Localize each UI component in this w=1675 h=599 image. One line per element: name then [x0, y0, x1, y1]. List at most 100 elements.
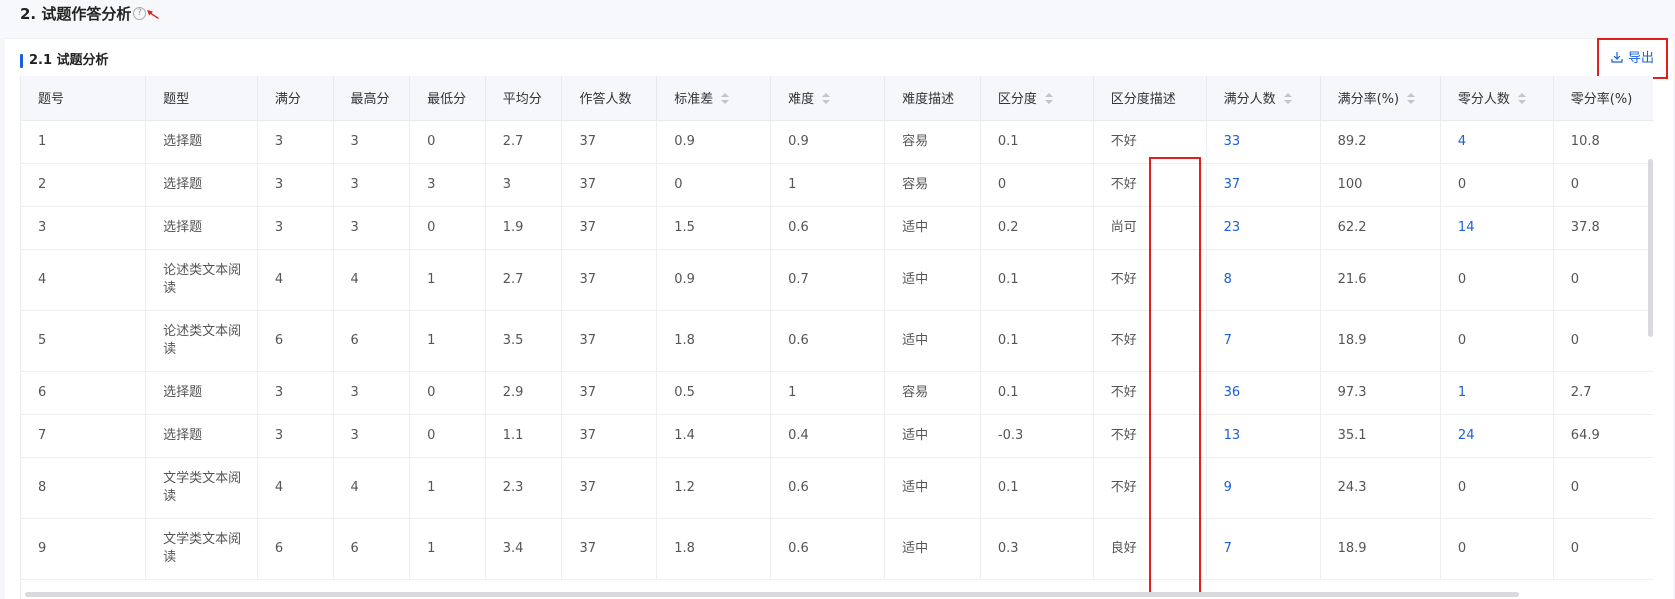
table-cell: 37 [561, 249, 658, 311]
table-cell: 3 [257, 120, 334, 164]
sort-icon[interactable] [1407, 93, 1416, 105]
table-body: 1 选择题 3 3 0 2.7 37 0.9 0.9 容易 0.1 不好 33 89.2 4 10.8 2 选择题… [21, 120, 1653, 580]
table-header: 题号 题型 满分 最高分 最低分 平均分 作答人数 标准差 难度 难度描述 区分度 区分度描述 满分人数… [21, 76, 1653, 121]
full-score-count-link[interactable]: 36 [1206, 371, 1321, 415]
table-cell: 选择题 [145, 120, 258, 164]
table-cell: 1 [21, 120, 147, 164]
question-circle-icon[interactable]: ? [133, 7, 146, 20]
table-cell: 9 [21, 518, 147, 580]
table-cell: 5 [21, 310, 147, 372]
full-score-count-link[interactable]: 7 [1206, 518, 1321, 580]
table-cell: 选择题 [145, 414, 258, 458]
full-score-count-link[interactable]: 9 [1206, 457, 1321, 519]
table-cell: 不好 [1093, 249, 1207, 311]
table-cell: 0.2 [980, 206, 1094, 250]
table-cell: 0.1 [980, 310, 1094, 372]
column-header-label: 区分度 [997, 92, 1037, 108]
export-button[interactable]: 导出 [1611, 50, 1654, 68]
column-header-label: 平均分 [502, 92, 542, 108]
sort-icon[interactable] [1044, 93, 1053, 105]
full-score-count-link[interactable]: 23 [1206, 206, 1321, 250]
column-header-label: 区分度描述 [1110, 92, 1176, 108]
table-cell: 2.7 [485, 120, 563, 164]
zero-score-count-link[interactable]: 4 [1440, 120, 1554, 164]
table-cell: 2.9 [485, 371, 563, 415]
table-cell: 6 [333, 310, 411, 372]
table-row: 1 选择题 3 3 0 2.7 37 0.9 0.9 容易 0.1 不好 33 89.2 4 10.8 [21, 120, 1653, 164]
table-cell: 适中 [884, 310, 981, 372]
table-cell: 3 [333, 163, 411, 207]
full-score-count-link[interactable]: 8 [1206, 249, 1321, 311]
table-row: 9 文学类文本阅读 6 6 1 3.4 37 1.8 0.6 适中 0.3 良好 7 18.9 0 0 [21, 518, 1653, 580]
table-cell: 24.3 [1320, 457, 1441, 519]
table-cell: 选择题 [145, 371, 258, 415]
table-cell: 0 [980, 163, 1094, 207]
sort-icon[interactable] [1283, 93, 1292, 105]
table-cell: 3 [485, 163, 563, 207]
column-header[interactable]: 难度 [770, 76, 886, 121]
zero-score-count-link[interactable]: 1 [1440, 371, 1554, 415]
table-cell: 0 [656, 163, 772, 207]
table-cell: 1 [770, 163, 886, 207]
zero-score-count-link[interactable]: 24 [1440, 414, 1554, 458]
column-header: 最高分 [333, 76, 411, 121]
table-cell: 1.8 [656, 310, 772, 372]
download-icon [1611, 52, 1623, 63]
table-cell: 0.9 [656, 120, 772, 164]
vertical-scrollbar[interactable] [1648, 159, 1653, 337]
column-header[interactable]: 区分度 [980, 76, 1094, 121]
table-cell: 容易 [884, 371, 981, 415]
full-score-count-link[interactable]: 13 [1206, 414, 1321, 458]
full-score-count-link[interactable]: 7 [1206, 310, 1321, 372]
horizontal-scrollbar[interactable] [25, 592, 1519, 597]
table-cell: 2.7 [1553, 371, 1653, 415]
subsection-accent-bar [20, 54, 23, 68]
table-cell: 1.4 [656, 414, 772, 458]
table-cell: 1 [409, 518, 486, 580]
column-header[interactable]: 标准差 [656, 76, 772, 121]
table-row: 6 选择题 3 3 0 2.9 37 0.5 1 容易 0.1 不好 36 97.3 1 2.7 [21, 371, 1653, 415]
table-cell: 1.5 [656, 206, 772, 250]
column-header-label: 题型 [163, 92, 190, 108]
column-header-label: 题号 [38, 92, 65, 108]
table-cell: 适中 [884, 206, 981, 250]
table-cell: 89.2 [1320, 120, 1441, 164]
column-header[interactable]: 满分率(%) [1320, 76, 1441, 121]
full-score-count-link[interactable]: 33 [1206, 120, 1321, 164]
table-cell: 3.5 [485, 310, 563, 372]
table-cell: 37 [561, 457, 658, 519]
zero-score-count-link[interactable]: 14 [1440, 206, 1554, 250]
table-row: 2 选择题 3 3 3 3 37 0 1 容易 0 不好 37 100 0 0 [21, 163, 1653, 207]
table-cell: 0.1 [980, 457, 1094, 519]
table-cell: 10.8 [1553, 120, 1653, 164]
table-cell: 0.6 [770, 206, 886, 250]
table-cell: 0.6 [770, 310, 886, 372]
table-cell: 2.3 [485, 457, 563, 519]
column-header[interactable]: 满分人数 [1206, 76, 1321, 121]
column-header-label: 作答人数 [579, 92, 632, 108]
column-header: 平均分 [485, 76, 563, 121]
table-cell: 37 [561, 371, 658, 415]
sort-icon[interactable] [721, 93, 730, 105]
column-header[interactable]: 零分人数 [1440, 76, 1554, 121]
table-cell: 0 [1440, 249, 1554, 311]
table-cell: 0 [1440, 518, 1554, 580]
table-cell: 1.9 [485, 206, 563, 250]
sort-icon[interactable] [822, 93, 831, 105]
column-header-label: 最高分 [350, 92, 390, 108]
full-score-count-link[interactable]: 37 [1206, 163, 1321, 207]
table-cell: 尚可 [1093, 206, 1207, 250]
table-row: 7 选择题 3 3 0 1.1 37 1.4 0.4 适中 -0.3 不好 13 35.1 24 64.9 [21, 414, 1653, 458]
section-header: 2. 试题作答分析 ? [0, 0, 1675, 38]
table-cell: 不好 [1093, 163, 1207, 207]
table-cell: 不好 [1093, 371, 1207, 415]
table-cell: 良好 [1093, 518, 1207, 580]
column-header-label: 最低分 [427, 92, 467, 108]
table-cell: 100 [1320, 163, 1441, 207]
column-header: 题型 [145, 76, 258, 121]
table-cell: 64.9 [1553, 414, 1653, 458]
sort-icon[interactable] [1517, 93, 1526, 105]
table-cell: 3 [333, 206, 411, 250]
column-header-label: 标准差 [674, 92, 714, 108]
table-cell: 适中 [884, 457, 981, 519]
